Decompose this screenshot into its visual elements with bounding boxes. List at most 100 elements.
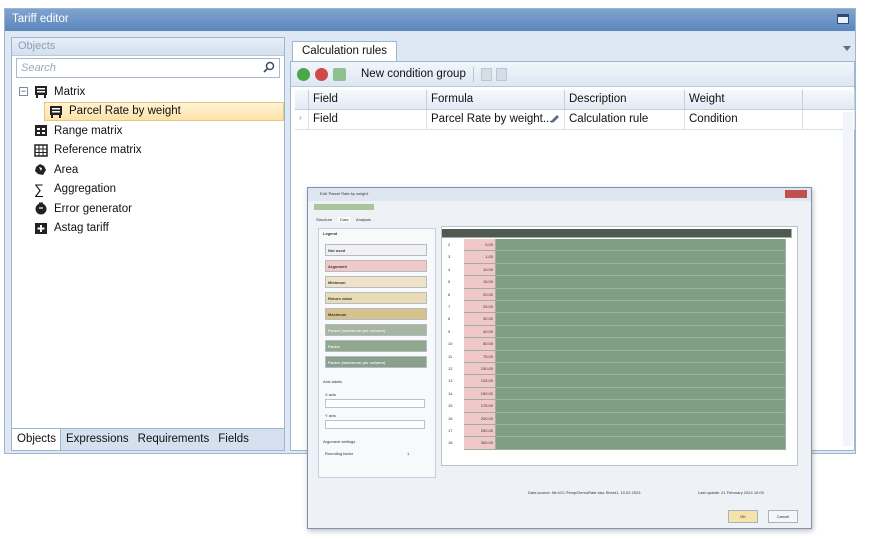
column-header-formula[interactable]: Formula [427, 90, 565, 110]
value-cells[interactable] [496, 301, 786, 314]
tab-fields[interactable]: Fields [213, 429, 253, 450]
objects-panel-header: Objects [12, 38, 284, 56]
argument-cell[interactable]: 1.00 [464, 251, 496, 264]
dialog-tab-structure[interactable]: Structure [316, 217, 332, 222]
row-number: 5 [448, 279, 451, 285]
value-cells[interactable] [496, 338, 786, 351]
paste-icon[interactable] [495, 67, 507, 81]
tree-node-reference-matrix[interactable]: Reference matrix [12, 141, 284, 161]
vertical-scrollbar[interactable] [843, 112, 853, 446]
column-header-weight[interactable]: Weight [685, 90, 803, 110]
legend-item[interactable]: Factor [325, 340, 427, 352]
tree-node-error-generator[interactable]: Error generator [12, 199, 284, 219]
tab-calculation-rules[interactable]: Calculation rules [292, 41, 398, 61]
tree-node-range-matrix[interactable]: Range matrix [12, 121, 284, 141]
tree-node-aggregation[interactable]: ∑ Aggregation [12, 180, 284, 200]
legend-item[interactable]: Minimum [325, 276, 427, 288]
add-icon[interactable] [297, 67, 310, 81]
value-cells[interactable] [496, 425, 786, 438]
value-cells[interactable] [496, 288, 786, 301]
edit-icon[interactable] [333, 67, 346, 81]
value-cells[interactable] [496, 350, 786, 363]
argument-cell[interactable]: 50.00 [464, 338, 496, 351]
legend-item[interactable]: Return value [325, 292, 427, 304]
value-cells[interactable] [496, 412, 786, 425]
x-axis-label: X axis [325, 392, 336, 397]
row-number: 15 [448, 403, 453, 409]
row-number: 13 [448, 378, 453, 384]
edit-matrix-dialog: Edit 'Parcel Rate by weight' Structure D… [307, 187, 812, 529]
dialog-titlebar: Edit 'Parcel Rate by weight' [308, 188, 811, 201]
argument-settings-title: Argument settings [323, 439, 356, 444]
argument-cell[interactable]: 175.00 [464, 400, 496, 413]
value-cells[interactable] [496, 387, 786, 401]
row-number: 18 [448, 440, 453, 446]
row-number: 2 [448, 242, 451, 247]
value-cells[interactable] [496, 239, 786, 252]
row-number: 4 [448, 266, 451, 272]
rounding-factor-field[interactable]: 1 [407, 451, 409, 456]
argument-cell[interactable]: 200.00 [464, 412, 496, 425]
dialog-tab-analysis[interactable]: Analysis [356, 217, 371, 222]
new-condition-group-button[interactable]: New condition group [361, 68, 466, 80]
column-header-description[interactable]: Description [565, 90, 685, 110]
cancel-button[interactable]: Cancel [768, 510, 798, 523]
tree-node-parcel-rate-by-weight[interactable]: Parcel Rate by weight [44, 101, 284, 121]
table-row[interactable]: › Field Parcel Rate by weight... Calcula… [295, 110, 855, 130]
cell-field[interactable]: Field [309, 110, 427, 130]
legend-item[interactable]: Factor (maximum per column) [325, 324, 427, 336]
argument-cell[interactable]: 125.00 [464, 375, 496, 388]
argument-cell[interactable]: 15.00 [464, 276, 496, 289]
tab-expressions[interactable]: Expressions [61, 429, 133, 450]
maximize-icon[interactable] [837, 14, 849, 24]
dialog-toolbar-icons[interactable] [314, 204, 374, 210]
argument-cell[interactable]: 10.00 [464, 263, 496, 277]
argument-cell[interactable]: 25.00 [464, 301, 496, 314]
x-axis-field[interactable] [325, 399, 425, 408]
close-icon[interactable] [785, 190, 807, 198]
tree-node-astag-tariff[interactable]: Astag tariff [12, 219, 284, 239]
dialog-tab-data[interactable]: Data [338, 217, 351, 222]
value-cells[interactable] [496, 400, 786, 413]
row-number: 12 [448, 366, 453, 371]
tree-node-area[interactable]: Area [12, 160, 284, 180]
value-cells[interactable] [496, 263, 786, 277]
legend-item[interactable]: Factor (maximum per column) [325, 356, 427, 368]
collapse-icon[interactable]: − [19, 87, 28, 97]
argument-cell[interactable]: 75.00 [464, 350, 496, 363]
chevron-down-icon[interactable] [843, 46, 851, 51]
matrix-data-table[interactable]: 2 0.00 3 1.00 4 10.00 5 15.00 6 20.00 7 25.00 8 30.00… [441, 226, 798, 466]
value-cells[interactable] [496, 313, 786, 326]
legend-item[interactable]: Not used [325, 244, 427, 256]
argument-cell[interactable]: 0.00 [464, 239, 496, 252]
argument-cell[interactable]: 20.00 [464, 288, 496, 301]
argument-cell[interactable]: 30.00 [464, 313, 496, 326]
remove-icon[interactable] [315, 67, 328, 81]
argument-cell[interactable]: 40.00 [464, 325, 496, 339]
value-cells[interactable] [496, 325, 786, 339]
search-input[interactable]: Search [16, 58, 280, 78]
value-cells[interactable] [496, 375, 786, 388]
legend-item[interactable]: Maximum [325, 308, 427, 320]
y-axis-field[interactable] [325, 420, 425, 429]
search-icon[interactable] [263, 61, 275, 73]
value-cells[interactable] [496, 437, 786, 450]
argument-cell[interactable]: 100.00 [464, 363, 496, 376]
copy-icon[interactable] [480, 67, 492, 81]
argument-cell[interactable]: 300.00 [464, 437, 496, 450]
ok-button[interactable]: OK [728, 510, 758, 523]
tree-node-matrix[interactable]: − Matrix [12, 82, 284, 102]
value-cells[interactable] [496, 251, 786, 264]
pencil-icon[interactable] [550, 114, 560, 124]
cell-description[interactable]: Calculation rule [565, 110, 685, 130]
cell-weight[interactable]: Condition [685, 110, 803, 130]
legend-item[interactable]: Argument [325, 260, 427, 272]
column-header-field[interactable]: Field [309, 90, 427, 110]
tab-objects[interactable]: Objects [12, 429, 61, 450]
cell-formula[interactable]: Parcel Rate by weight... [427, 110, 565, 130]
argument-cell[interactable]: 150.00 [464, 387, 496, 401]
value-cells[interactable] [496, 363, 786, 376]
argument-cell[interactable]: 250.00 [464, 425, 496, 438]
tab-requirements[interactable]: Requirements [133, 429, 214, 450]
value-cells[interactable] [496, 276, 786, 289]
